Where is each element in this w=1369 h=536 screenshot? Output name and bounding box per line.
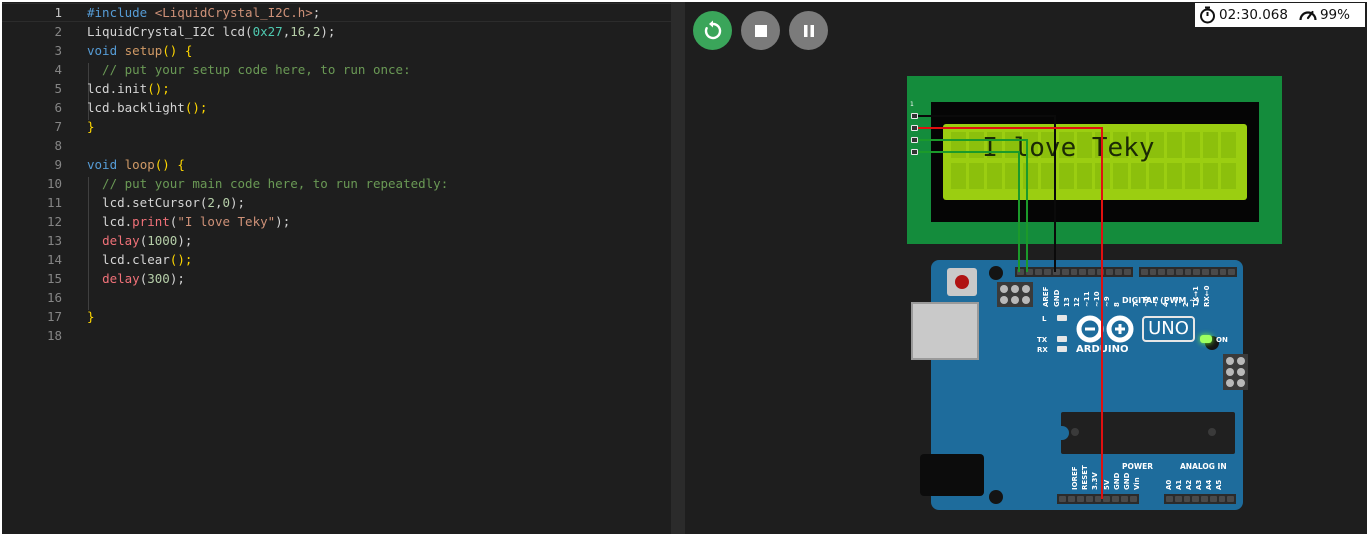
code-token: void	[87, 43, 125, 58]
code-token: );	[275, 214, 291, 229]
code-line[interactable]: 4 // put your setup code here, to run on…	[2, 60, 671, 79]
code-text: delay(300);	[87, 269, 185, 288]
code-text: #include <LiquidCrystal_I2C.h>;	[87, 3, 320, 22]
code-token: ();	[184, 100, 208, 115]
code-token: loop	[124, 157, 155, 172]
code-token: print	[132, 214, 170, 229]
code-line[interactable]: 17}	[2, 307, 671, 326]
wire-scl	[918, 151, 1020, 272]
code-token: ();	[147, 81, 170, 96]
code-token: "I love Teky"	[177, 214, 276, 229]
code-token: init	[117, 81, 148, 96]
code-text: void loop() {	[87, 155, 185, 174]
line-number: 6	[54, 100, 62, 115]
code-token: }	[87, 309, 95, 324]
code-token: ,	[305, 24, 313, 39]
line-number: 15	[46, 271, 62, 286]
line-number: 13	[46, 233, 62, 248]
code-token: delay	[102, 271, 140, 286]
code-token: );	[177, 233, 193, 248]
code-line[interactable]: 11 lcd.setCursor(2,0);	[2, 193, 671, 212]
code-text: void setup() {	[87, 41, 192, 60]
code-text: }	[87, 117, 95, 136]
code-token: delay	[102, 233, 140, 248]
simulator-pane: 02:30.068 99% 1 I love Teky AREF GND 13 12 ~…	[685, 2, 1367, 534]
code-token: LiquidCrystal_I2C lcd(	[87, 24, 253, 39]
line-number: 4	[54, 62, 62, 77]
code-text: lcd.setCursor(2,0);	[87, 193, 245, 212]
code-token: #include	[87, 5, 155, 20]
code-line[interactable]: 7}	[2, 117, 671, 136]
code-token: 300	[147, 271, 170, 286]
code-token: 0	[222, 195, 231, 210]
code-token: void	[87, 157, 125, 172]
code-text: lcd.init();	[87, 79, 170, 98]
code-token: 1000	[147, 233, 178, 248]
code-token: );	[230, 195, 246, 210]
code-token: setup	[124, 43, 163, 58]
code-line[interactable]: 5 lcd.init();	[2, 79, 671, 98]
code-token: ;	[312, 5, 321, 20]
code-token: 2	[207, 195, 215, 210]
code-line[interactable]: 10 // put your main code here, to run re…	[2, 174, 671, 193]
line-number: 2	[54, 24, 62, 39]
code-token: <LiquidCrystal_I2C.h>	[154, 5, 313, 20]
line-number: 5	[54, 81, 62, 96]
code-line[interactable]: 2 LiquidCrystal_I2C lcd(0x27,16,2);	[2, 22, 671, 41]
code-text: // put your main code here, to run repea…	[87, 174, 448, 193]
code-text: lcd.backlight();	[87, 98, 207, 117]
wire-vcc	[918, 127, 1103, 499]
code-token: );	[320, 24, 336, 39]
line-number: 8	[54, 138, 62, 153]
code-line[interactable]: 14 lcd.clear();	[2, 250, 671, 269]
code-token: () {	[154, 157, 185, 172]
wire-sda	[918, 139, 1028, 272]
code-line[interactable]: 13 delay(1000);	[2, 231, 671, 250]
wiring	[918, 115, 1103, 499]
line-number: 17	[46, 309, 62, 324]
line-number: 16	[46, 290, 62, 305]
code-editor[interactable]: 1 #include <LiquidCrystal_I2C.h>; 2 LiquidC…	[2, 2, 671, 534]
line-number: 18	[46, 328, 62, 343]
line-number: 10	[46, 176, 62, 191]
code-line[interactable]: 9 void loop() {	[2, 155, 671, 174]
code-token: ();	[169, 252, 193, 267]
code-token: lcd.	[87, 81, 118, 96]
code-text: lcd.clear();	[87, 250, 192, 269]
code-line[interactable]: 15 delay(300);	[2, 269, 671, 288]
line-number: 3	[54, 43, 62, 58]
code-token: lcd.setCursor(	[87, 195, 208, 210]
code-line[interactable]: 1 #include <LiquidCrystal_I2C.h>;	[2, 3, 671, 22]
code-text: }	[87, 307, 95, 326]
line-number: 14	[46, 252, 62, 267]
code-line[interactable]: 12 lcd.print("I love Teky");	[2, 212, 671, 231]
code-text: // put your setup code here, to run once…	[87, 60, 411, 79]
code-token: 0x27	[252, 24, 283, 39]
code-token: 16	[290, 24, 306, 39]
code-line[interactable]: 8	[2, 136, 671, 155]
code-token: () {	[162, 43, 193, 58]
line-number: 12	[46, 214, 62, 229]
code-token: }	[87, 119, 95, 134]
line-number: 11	[46, 195, 62, 210]
code-token: lcd.	[87, 214, 133, 229]
code-line[interactable]: 6 lcd.backlight();	[2, 98, 671, 117]
code-token: // put your setup code here, to run once…	[87, 62, 411, 77]
code-token: lcd.backlight	[87, 100, 185, 115]
code-text: LiquidCrystal_I2C lcd(0x27,16,2);	[87, 22, 335, 41]
code-text: delay(1000);	[87, 231, 192, 250]
line-number: 7	[54, 119, 62, 134]
code-text: lcd.print("I love Teky");	[87, 212, 290, 231]
code-token: lcd.clear	[87, 252, 170, 267]
code-line[interactable]: 16	[2, 288, 671, 307]
code-line[interactable]: 3 void setup() {	[2, 41, 671, 60]
code-line[interactable]: 18	[2, 326, 671, 345]
line-number: 9	[54, 157, 62, 172]
code-token: // put your main code here, to run repea…	[87, 176, 449, 191]
pane-splitter[interactable]	[671, 2, 685, 534]
line-number: 1	[54, 5, 62, 20]
code-token: );	[169, 271, 185, 286]
